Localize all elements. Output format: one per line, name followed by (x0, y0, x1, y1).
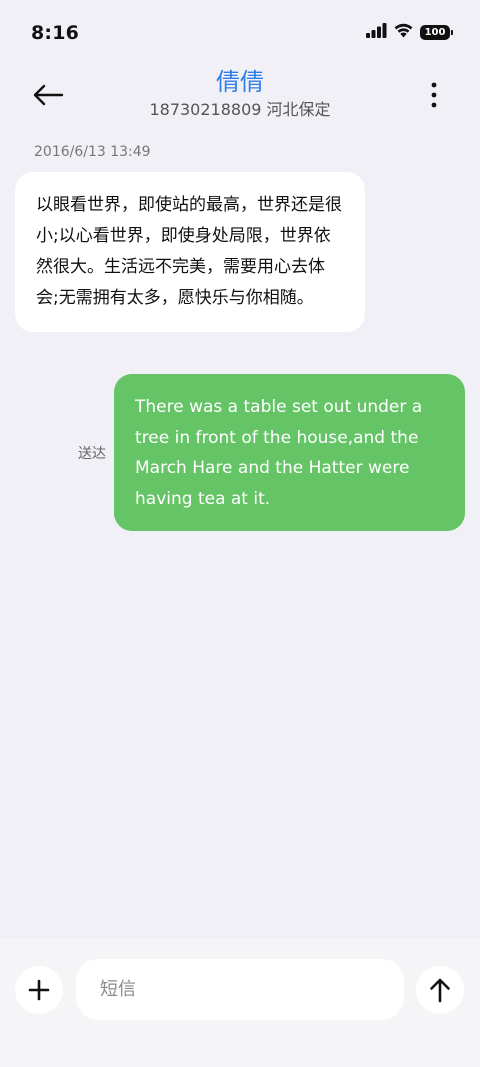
conversation-header: 倩倩 18730218809 河北保定 (0, 66, 480, 128)
battery-icon: 100 (420, 24, 453, 40)
message-timestamp: 2016/6/13 13:49 (34, 144, 151, 160)
status-time: 8:16 (31, 22, 80, 44)
plus-icon (28, 979, 50, 1001)
delivery-status: 送达 (78, 446, 106, 462)
more-vertical-icon (431, 82, 437, 108)
status-bar: 8:16 100 (0, 0, 480, 66)
status-icons: 100 (366, 22, 453, 42)
more-options-button[interactable] (422, 78, 446, 112)
message-input[interactable] (76, 959, 404, 1020)
signal-icon (366, 22, 387, 42)
incoming-message-bubble[interactable]: 以眼看世界，即使站的最高，世界还是很小;以心看世界，即使身处局限，世界依然很大。… (15, 172, 365, 332)
wifi-icon (393, 22, 414, 42)
contact-number-location: 18730218809 河北保定 (149, 100, 331, 119)
outgoing-message-text: There was a table set out under a tree i… (135, 397, 423, 509)
outgoing-message-bubble[interactable]: There was a table set out under a tree i… (114, 374, 465, 531)
add-attachment-button[interactable] (15, 966, 63, 1014)
arrow-up-icon (430, 978, 450, 1003)
message-composer (0, 938, 480, 1067)
contact-name: 倩倩 (216, 68, 264, 96)
battery-level: 100 (424, 26, 446, 38)
incoming-message-text: 以眼看世界，即使站的最高，世界还是很小;以心看世界，即使身处局限，世界依然很大。… (36, 195, 342, 308)
send-button[interactable] (416, 966, 464, 1014)
